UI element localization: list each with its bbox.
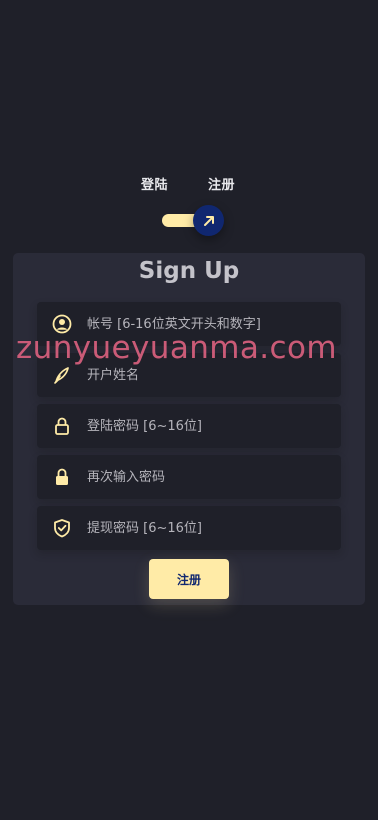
register-button[interactable]: 注册: [149, 559, 229, 599]
confirm-password-input[interactable]: [87, 455, 331, 499]
user-circle-icon: [52, 314, 72, 334]
auth-tabs: 登陆 注册: [0, 174, 378, 193]
withdraw-password-field[interactable]: [37, 506, 341, 550]
lock-icon: [56, 468, 68, 485]
withdraw-password-input[interactable]: [87, 506, 331, 550]
real-name-field[interactable]: [37, 353, 341, 397]
confirm-password-field[interactable]: [37, 455, 341, 499]
account-field[interactable]: [37, 302, 341, 346]
login-password-input[interactable]: [87, 404, 331, 448]
login-register-toggle[interactable]: [162, 205, 224, 237]
tab-login[interactable]: 登陆: [141, 174, 168, 193]
signup-card: Sign Up 帐号 [6-16位英文开头和数字] 开户姓名 注册: [13, 253, 365, 605]
account-input[interactable]: [87, 302, 331, 346]
signup-page: 登陆 注册 Sign Up 帐号 [6-16位英文开头和数字] 开户姓名 注册 …: [0, 0, 378, 820]
login-password-field[interactable]: [37, 404, 341, 448]
form-title: Sign Up: [138, 258, 240, 284]
tab-register[interactable]: 注册: [208, 174, 235, 193]
real-name-input[interactable]: [87, 353, 331, 397]
shield-check-icon: [54, 519, 70, 538]
pen-icon: [54, 367, 69, 384]
lock-open-icon: [55, 417, 69, 435]
arrow-up-right-icon: [203, 215, 214, 226]
toggle-knob[interactable]: [193, 205, 224, 236]
